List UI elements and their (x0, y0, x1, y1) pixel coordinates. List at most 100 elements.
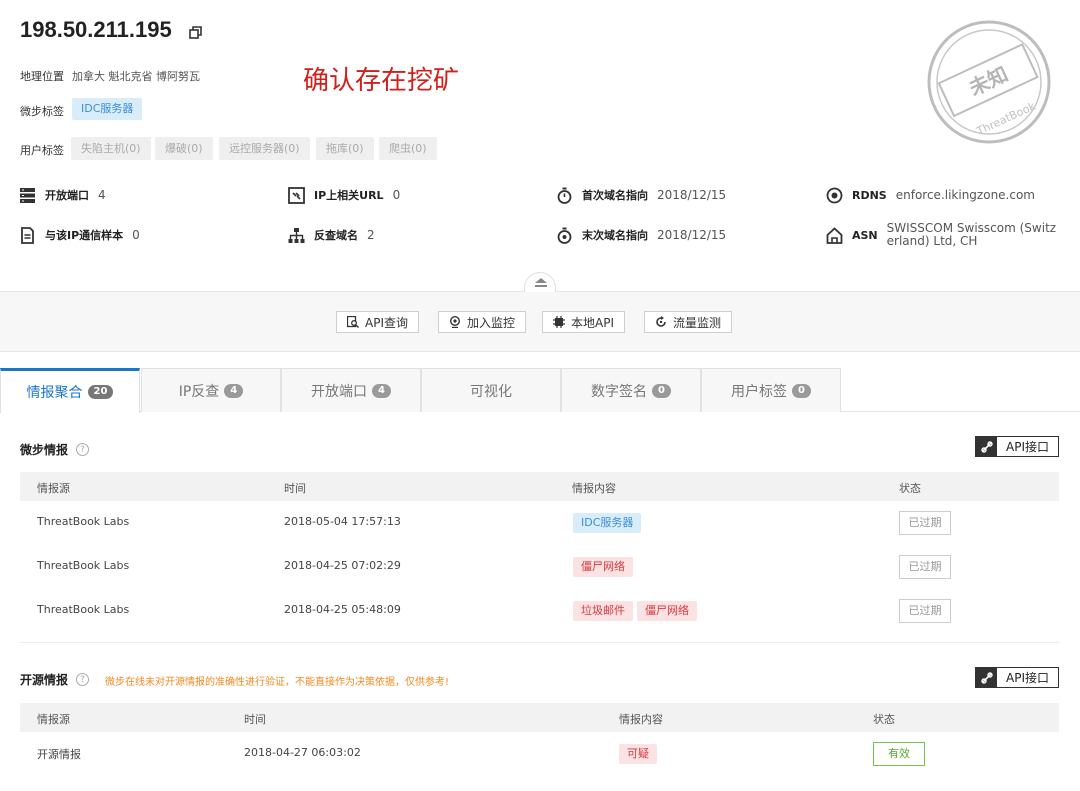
tab-count-badge: 0 (652, 383, 671, 398)
tab-count-badge: 4 (224, 383, 244, 398)
col-source: 情报源 (37, 713, 70, 726)
link-box-icon (288, 186, 305, 204)
local-api-label: 本地API (571, 315, 614, 330)
table-row: ThreatBook Labs 2018-04-25 07:02:29 僵尸网络… (20, 545, 1059, 589)
last-domain-value: 2018/12/15 (657, 228, 727, 242)
first-domain-value: 2018/12/15 (657, 188, 727, 202)
tab-label: IP反查 (178, 383, 220, 400)
user-tags-label: 用户标签 (20, 144, 64, 157)
table-row: ThreatBook Labs 2018-04-25 05:48:09 垃圾邮件… (20, 589, 1059, 633)
col-status: 状态 (899, 482, 921, 495)
stamp-subtext: ThreatBook (974, 99, 1038, 138)
tb-tag-idc[interactable]: IDC服务器 (72, 98, 143, 120)
os-intel-table-header: 情报源 时间 情报内容 状态 (20, 703, 1059, 732)
help-icon[interactable]: ? (76, 443, 90, 456)
collapse-header-button[interactable] (524, 272, 556, 292)
user-tag-dump[interactable]: 拖库(0) (316, 137, 374, 160)
rdns-label: RDNS (852, 188, 887, 202)
stat-samples[interactable]: 与该IP通信样本 0 (19, 225, 140, 245)
row-time: 2018-04-25 05:48:09 (284, 603, 401, 616)
home-icon (826, 226, 843, 244)
os-intel-api-button[interactable]: API接口 (975, 667, 1059, 688)
stat-rdns: RDNS enforce.likingzone.com (826, 185, 1035, 205)
intel-tag[interactable]: 可疑 (619, 744, 657, 764)
row-source: ThreatBook Labs (37, 515, 130, 528)
intel-tag[interactable]: 僵尸网络 (637, 601, 697, 621)
tab-label: 数字签名 (591, 383, 648, 400)
hierarchy-icon (288, 227, 305, 243)
monitor-icon (450, 316, 460, 328)
tab-ip-reverse[interactable]: IP反查 4 (141, 368, 281, 412)
asn-value-line2: erland) Ltd, CH (886, 234, 978, 248)
tab-open-ports[interactable]: 开放端口 4 (281, 368, 421, 412)
open-ports-label: 开放端口 (45, 189, 89, 202)
os-intel-title: 开源情报 ? (20, 671, 90, 688)
local-api-button[interactable]: 本地API (542, 311, 625, 333)
tab-label: 情报聚合 (26, 385, 83, 401)
section-divider (20, 642, 1059, 643)
tab-visualization[interactable]: 可视化 (421, 368, 561, 412)
user-tag-bruteforce[interactable]: 爆破(0) (155, 137, 213, 160)
traffic-monitor-label: 流量监测 (673, 315, 722, 330)
api-button-label: API接口 (1006, 440, 1049, 454)
tab-count-badge: 20 (87, 385, 114, 399)
ip-address-title: 198.50.211.195 (20, 17, 172, 42)
user-tag-compromised[interactable]: 失陷主机(0) (71, 137, 151, 160)
action-toolbar: API查询 加入监控 本地API 流量监测 (0, 292, 1080, 352)
help-icon[interactable]: ? (76, 673, 90, 686)
user-tag-crawler[interactable]: 爬虫(0) (379, 137, 437, 160)
document-icon (21, 226, 34, 244)
api-button-label: API接口 (1006, 671, 1049, 685)
stat-ip-url[interactable]: IP上相关URL 0 (288, 185, 400, 205)
add-monitor-button[interactable]: 加入监控 (438, 311, 527, 333)
add-monitor-label: 加入监控 (467, 315, 516, 330)
status-badge: 已过期 (899, 599, 951, 623)
intel-tag[interactable]: 垃圾邮件 (573, 601, 633, 621)
tb-intel-table-header: 情报源 时间 情报内容 状态 (20, 472, 1059, 501)
row-time: 2018-04-27 06:03:02 (244, 746, 361, 759)
reverse-domain-label: 反查域名 (314, 229, 358, 242)
chevron-up-icon (535, 278, 547, 287)
row-source: ThreatBook Labs (37, 603, 130, 616)
copy-icon[interactable] (189, 26, 202, 39)
tb-intel-title: 微步情报 ? (20, 441, 90, 458)
intel-tag[interactable]: 僵尸网络 (573, 557, 633, 577)
col-content: 情报内容 (619, 713, 663, 726)
col-source: 情报源 (37, 482, 70, 495)
table-row: 开源情报 2018-04-27 06:03:02 可疑 有效 (20, 732, 1059, 776)
open-ports-value: 4 (98, 188, 106, 202)
col-status: 状态 (873, 713, 895, 726)
first-domain-label: 首次域名指向 (582, 189, 648, 202)
user-tag-c2[interactable]: 远控服务器(0) (219, 137, 310, 160)
traffic-monitor-button[interactable]: 流量监测 (644, 311, 733, 333)
timer-icon (557, 227, 572, 244)
stat-open-ports[interactable]: 开放端口 4 (19, 185, 106, 205)
tab-digital-signature[interactable]: 数字签名 0 (561, 368, 701, 412)
tab-user-tags[interactable]: 用户标签 0 (701, 368, 841, 412)
rdns-icon (826, 187, 843, 203)
tab-bar: 情报聚合 20 IP反查 4 开放端口 4 可视化 数字签名 0 用户标签 0 (0, 368, 1080, 413)
ip-summary-header: 198.50.211.195 地理位置 加拿大 魁北克省 博阿努瓦 确认存在挖矿… (0, 0, 1080, 292)
link-icon (980, 440, 993, 453)
ip-url-value: 0 (392, 188, 401, 202)
mining-annotation: 确认存在挖矿 (303, 66, 460, 96)
tab-label: 用户标签 (731, 383, 788, 400)
stat-reverse-domain[interactable]: 反查域名 2 (288, 225, 375, 245)
section-title-text: 微步情报 (20, 443, 69, 457)
tb-intel-api-button[interactable]: API接口 (975, 436, 1059, 457)
status-badge: 已过期 (899, 511, 951, 535)
api-query-button[interactable]: API查询 (336, 311, 419, 333)
tab-label: 开放端口 (311, 383, 368, 400)
reverse-domain-value: 2 (367, 228, 375, 242)
search-doc-icon (347, 316, 359, 328)
row-time: 2018-04-25 07:02:29 (284, 559, 401, 572)
rdns-value: enforce.likingzone.com (895, 188, 1035, 202)
table-row: ThreatBook Labs 2018-05-04 17:57:13 IDC服… (20, 501, 1059, 545)
row-source: ThreatBook Labs (37, 559, 130, 572)
stat-first-domain: 首次域名指向 2018/12/15 (556, 185, 726, 205)
status-badge: 已过期 (899, 555, 951, 579)
row-source: 开源情报 (37, 748, 81, 761)
tab-intel-aggregation[interactable]: 情报聚合 20 (0, 368, 140, 413)
stat-asn: ASN SWISSCOM Swisscom (Switz erland) Ltd… (826, 221, 1056, 249)
intel-tag[interactable]: IDC服务器 (573, 513, 642, 533)
